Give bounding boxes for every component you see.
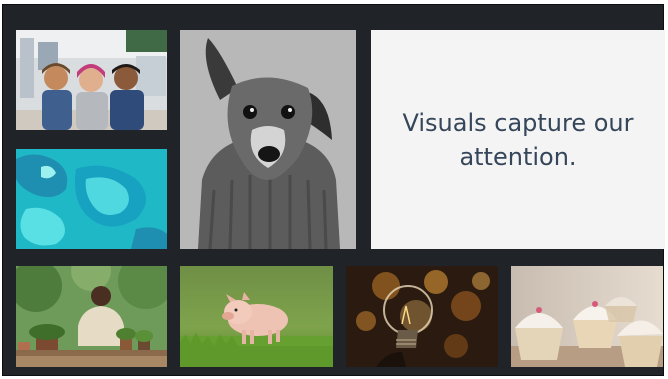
children-image xyxy=(16,30,167,130)
piglet-image xyxy=(180,266,333,367)
photo-gardener[interactable] xyxy=(16,266,167,367)
photo-lightbulb[interactable] xyxy=(346,266,498,367)
quote-text: Visuals capture our attention. xyxy=(402,108,634,171)
reef-image xyxy=(16,149,167,249)
photo-gallery: Visuals capture our attention. xyxy=(2,4,665,376)
photo-reef[interactable] xyxy=(16,149,167,249)
quote-card: Visuals capture our attention. xyxy=(371,30,665,249)
photo-piglet[interactable] xyxy=(180,266,333,367)
gardener-image xyxy=(16,266,167,367)
photo-dog[interactable] xyxy=(180,30,356,249)
photo-children[interactable] xyxy=(16,30,167,130)
cupcakes-image xyxy=(511,266,663,367)
dog-image xyxy=(180,30,356,249)
lightbulb-image xyxy=(346,266,498,367)
photo-cupcakes[interactable] xyxy=(511,266,663,367)
